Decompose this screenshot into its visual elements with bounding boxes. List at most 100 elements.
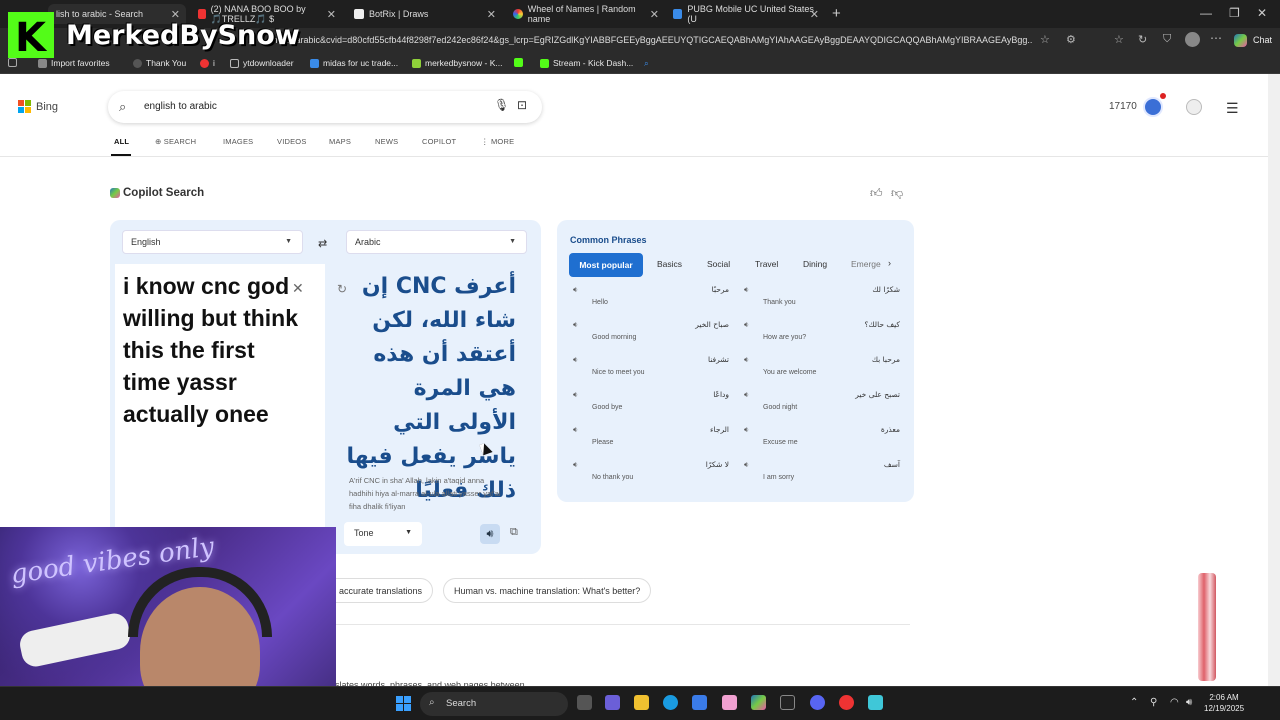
phrase-item[interactable]: 🔉︎ تصبح على خير Good night (744, 390, 909, 420)
fav-ytdownloader[interactable]: ytdownloader (230, 58, 294, 68)
tab-news[interactable]: NEWS (375, 137, 398, 146)
phrase-item[interactable]: 🔉︎ تشرفنا Nice to meet you (573, 355, 738, 385)
notepad-icon[interactable] (868, 695, 883, 710)
clear-text-icon[interactable]: ✕ (292, 280, 304, 297)
store-icon[interactable] (692, 695, 707, 710)
shield-icon[interactable]: ⛉ (1163, 33, 1171, 46)
tab-more[interactable]: ⋮ MORE (481, 137, 514, 146)
tab-images[interactable]: IMAGES (223, 137, 253, 146)
hamburger-menu-icon[interactable]: ☰ (1226, 100, 1239, 117)
chat-label[interactable]: Chat (1253, 35, 1272, 45)
minimize-icon[interactable]: — (1200, 6, 1212, 20)
thumbs-up-icon[interactable]: 👍︎ (870, 186, 883, 201)
new-tab-button[interactable]: + (832, 5, 841, 22)
tab-wheel[interactable]: Wheel of Names | Random name ✕ (505, 4, 665, 24)
fav-import[interactable]: Import favorites (38, 58, 110, 68)
page-scrollbar[interactable] (1268, 74, 1280, 686)
fav-kick-dashboard[interactable]: Stream - Kick Dash... (540, 58, 633, 68)
fav-search-icon[interactable]: ⌕ (644, 58, 649, 69)
favorite-star-icon[interactable]: ☆ (1040, 33, 1050, 46)
speaker-icon[interactable]: 🔉︎ (573, 425, 578, 435)
close-tab-icon[interactable]: ✕ (327, 8, 336, 21)
phrase-tab-travel[interactable]: Travel (755, 259, 778, 269)
speaker-icon[interactable]: 🔉︎ (573, 390, 578, 400)
user-icon[interactable] (1186, 99, 1202, 115)
tab-maps[interactable]: MAPS (329, 137, 351, 146)
wifi-icon[interactable]: ◠ (1170, 697, 1179, 708)
taskbar-search[interactable]: ⌕ Search (420, 692, 568, 716)
tab-videos[interactable]: VIDEOS (277, 137, 307, 146)
close-window-icon[interactable]: ✕ (1257, 6, 1267, 20)
search-box[interactable]: ⌕ english to arabic 🎙︎ ⊡ (108, 91, 542, 123)
profile-avatar[interactable] (1185, 32, 1200, 47)
phrase-item[interactable]: 🔉︎ مرحبًا Hello (573, 285, 738, 315)
tab-botrix[interactable]: BotRix | Draws ✕ (346, 4, 502, 24)
volume-icon[interactable]: 🔊︎ (1186, 697, 1192, 708)
phrase-tab-social[interactable]: Social (707, 259, 730, 269)
phrase-item[interactable]: 🔉︎ كيف حالك؟ How are you? (744, 320, 909, 350)
phrase-item[interactable]: 🔉︎ آسف I am sorry (744, 460, 909, 490)
fav-midas[interactable]: midas for uc trade... (310, 58, 398, 68)
favorites-icon[interactable]: ☆ (1114, 33, 1124, 46)
speaker-icon[interactable]: 🔉︎ (573, 285, 578, 295)
phrase-item[interactable]: 🔉︎ معذرة Excuse me (744, 425, 909, 455)
copilot-app-icon[interactable] (751, 695, 766, 710)
visual-search-icon[interactable]: ⊡ (517, 98, 527, 112)
swap-languages-icon[interactable]: ⇄ (318, 237, 327, 250)
speaker-icon[interactable]: 🔉︎ (744, 460, 749, 470)
history-icon[interactable]: ↻ (1138, 33, 1147, 46)
microphone-icon[interactable]: 🎙︎ (494, 98, 509, 112)
phrase-item[interactable]: 🔉︎ وداعًا Good bye (573, 390, 738, 420)
app-icon[interactable] (722, 695, 737, 710)
teams-icon[interactable] (605, 695, 620, 710)
speaker-icon[interactable]: 🔉︎ (744, 355, 749, 365)
obs-icon[interactable] (839, 695, 854, 710)
speaker-icon[interactable]: 🔉︎ (744, 285, 749, 295)
target-language-select[interactable]: Arabic ▼ (346, 230, 527, 254)
app-icon[interactable] (780, 695, 795, 710)
speaker-icon[interactable]: 🔉︎ (573, 460, 578, 470)
thumbs-down-icon[interactable]: 👎︎ (891, 186, 903, 201)
discord-icon[interactable] (810, 695, 825, 710)
edge-icon[interactable] (663, 695, 678, 710)
phrase-tab-basics[interactable]: Basics (657, 259, 682, 269)
phrase-tab-emergency[interactable]: Emerge (851, 259, 881, 269)
phrase-item[interactable]: 🔉︎ الرجاء Please (573, 425, 738, 455)
phrase-tab-dining[interactable]: Dining (803, 259, 827, 269)
rewards-points[interactable]: 17170 (1109, 101, 1137, 112)
file-explorer-icon[interactable] (634, 695, 649, 710)
phrase-item[interactable]: 🔉︎ لا شكرًا No thank you (573, 460, 738, 490)
tab-copilot[interactable]: COPILOT (422, 137, 456, 146)
fav-thank-you[interactable]: Thank You (133, 58, 186, 68)
close-tab-icon[interactable]: ✕ (650, 8, 659, 21)
close-tab-icon[interactable]: ✕ (487, 8, 496, 21)
chevron-up-icon[interactable]: ⌃ (1130, 697, 1138, 708)
speaker-icon[interactable]: 🔉︎ (744, 390, 749, 400)
fav-i[interactable]: i (200, 58, 215, 68)
extensions-icon[interactable]: ⚙ (1066, 33, 1076, 46)
source-text-input[interactable]: i know cnc god willing but think this th… (123, 270, 303, 430)
tone-select[interactable]: Tone ▼ (344, 522, 422, 546)
source-language-select[interactable]: English ▼ (122, 230, 303, 254)
phrase-item[interactable]: 🔉︎ صباح الخير Good morning (573, 320, 738, 350)
phrase-item[interactable]: 🔉︎ مرحبا بك You are welcome (744, 355, 909, 385)
suggestion-chip[interactable]: Human vs. machine translation: What's be… (443, 578, 652, 603)
maximize-icon[interactable]: ❐ (1229, 6, 1240, 20)
phrase-tab-most-popular[interactable]: Most popular (569, 253, 643, 277)
copilot-icon[interactable] (1234, 34, 1247, 47)
speaker-icon[interactable]: 🔉︎ (744, 320, 749, 330)
fav-merkedbysnow[interactable]: merkedbysnow - K... (412, 58, 502, 68)
close-tab-icon[interactable]: ✕ (810, 8, 819, 21)
chevron-right-icon[interactable]: › (888, 258, 891, 268)
speaker-icon[interactable]: 🔉︎ (744, 425, 749, 435)
url-field[interactable]: sh+to+arabic&cvid=d80cfd55cfb44f8298f7ed… (268, 35, 1033, 45)
rewards-medal-icon[interactable] (1143, 97, 1163, 117)
network-icon[interactable]: ⚲ (1150, 697, 1157, 708)
speaker-icon[interactable]: 🔉︎ (573, 320, 578, 330)
more-icon[interactable]: ⋯ (1210, 31, 1222, 45)
windows-start-icon[interactable] (396, 696, 411, 711)
search-input[interactable]: english to arabic (144, 101, 217, 112)
speaker-icon[interactable]: 🔊︎ (480, 524, 500, 544)
tab-all[interactable]: ALL (114, 137, 129, 146)
speaker-icon[interactable]: 🔉︎ (573, 355, 578, 365)
